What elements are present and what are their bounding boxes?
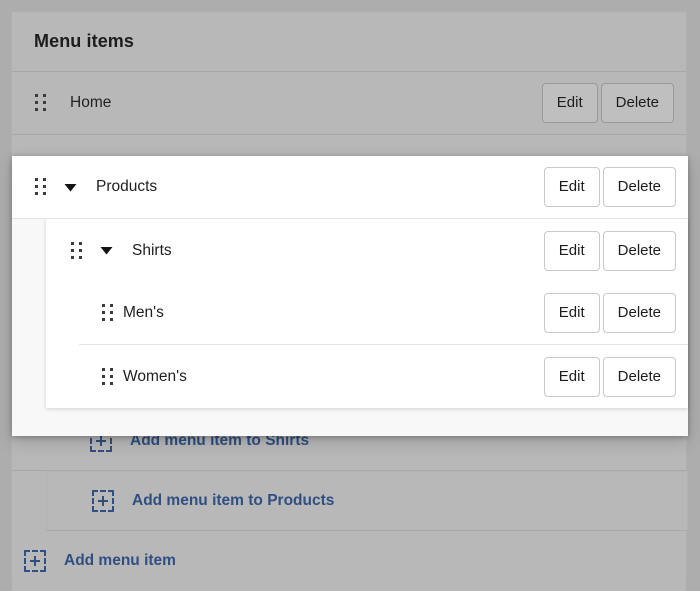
- menu-item-row-womens[interactable]: Women's Edit Delete: [79, 345, 688, 408]
- menu-item-row-products[interactable]: Products Edit Delete: [12, 156, 688, 219]
- menu-item-row-home[interactable]: Home Edit Delete: [12, 72, 686, 135]
- shirts-children: Men's Edit Delete Women's Edit Delete: [46, 282, 688, 408]
- add-menu-item-to-products-label: Add menu item to Products: [132, 492, 335, 509]
- menu-item-label-home: Home: [70, 94, 112, 111]
- add-menu-item-row-root[interactable]: Add menu item: [12, 531, 686, 591]
- edit-button-mens[interactable]: Edit: [543, 293, 600, 333]
- drag-handle-icon[interactable]: [101, 367, 115, 386]
- row-actions-home: Edit Delete: [541, 83, 674, 123]
- add-menu-item-link[interactable]: Add menu item: [24, 550, 176, 572]
- row-actions-products: Edit Delete: [543, 167, 676, 207]
- menu-item-label-womens: Women's: [123, 367, 187, 385]
- edit-button-home[interactable]: Edit: [541, 83, 598, 123]
- add-menu-item-label: Add menu item: [64, 552, 176, 569]
- delete-button-products[interactable]: Delete: [602, 167, 676, 207]
- dragging-card-products[interactable]: Products Edit Delete Shirts Edit Delete …: [12, 156, 688, 436]
- drag-handle-icon[interactable]: [70, 241, 84, 260]
- edit-button-products[interactable]: Edit: [543, 167, 600, 207]
- menu-item-label-shirts: Shirts: [132, 241, 172, 259]
- drag-handle-icon[interactable]: [101, 304, 115, 322]
- add-dashed-square-icon: [24, 550, 46, 572]
- row-actions-shirts: Edit Delete: [543, 230, 676, 271]
- delete-button-home[interactable]: Delete: [600, 83, 674, 123]
- chevron-down-icon[interactable]: [96, 241, 116, 261]
- drag-handle-icon[interactable]: [34, 94, 48, 112]
- panel-header: Menu items: [12, 12, 686, 72]
- delete-button-mens[interactable]: Delete: [602, 293, 676, 333]
- sub-card-shirts: Shirts Edit Delete Men's Edit Delete Wom…: [46, 219, 688, 408]
- products-children: Shirts Edit Delete Men's Edit Delete Wom…: [12, 219, 688, 436]
- menu-item-label-products: Products: [96, 178, 158, 195]
- edit-button-shirts[interactable]: Edit: [543, 230, 600, 271]
- row-actions-womens: Edit Delete: [543, 356, 676, 397]
- menu-item-row-mens[interactable]: Men's Edit Delete: [79, 282, 688, 345]
- drag-handle-icon[interactable]: [34, 178, 48, 196]
- add-dashed-square-icon: [92, 490, 114, 512]
- delete-button-shirts[interactable]: Delete: [602, 230, 676, 271]
- edit-button-womens[interactable]: Edit: [543, 356, 600, 397]
- delete-button-womens[interactable]: Delete: [602, 356, 676, 397]
- page-title: Menu items: [34, 31, 135, 51]
- row-actions-mens: Edit Delete: [543, 293, 676, 333]
- add-menu-item-row-products[interactable]: Add menu item to Products: [46, 471, 688, 531]
- menu-item-label-mens: Men's: [123, 304, 164, 321]
- chevron-down-icon[interactable]: [60, 177, 80, 197]
- menu-item-row-shirts[interactable]: Shirts Edit Delete: [46, 219, 688, 282]
- add-menu-item-to-products-link[interactable]: Add menu item to Products: [92, 490, 334, 512]
- menu-items-panel: Menu items Home Edit Delete Add menu ite…: [11, 11, 688, 591]
